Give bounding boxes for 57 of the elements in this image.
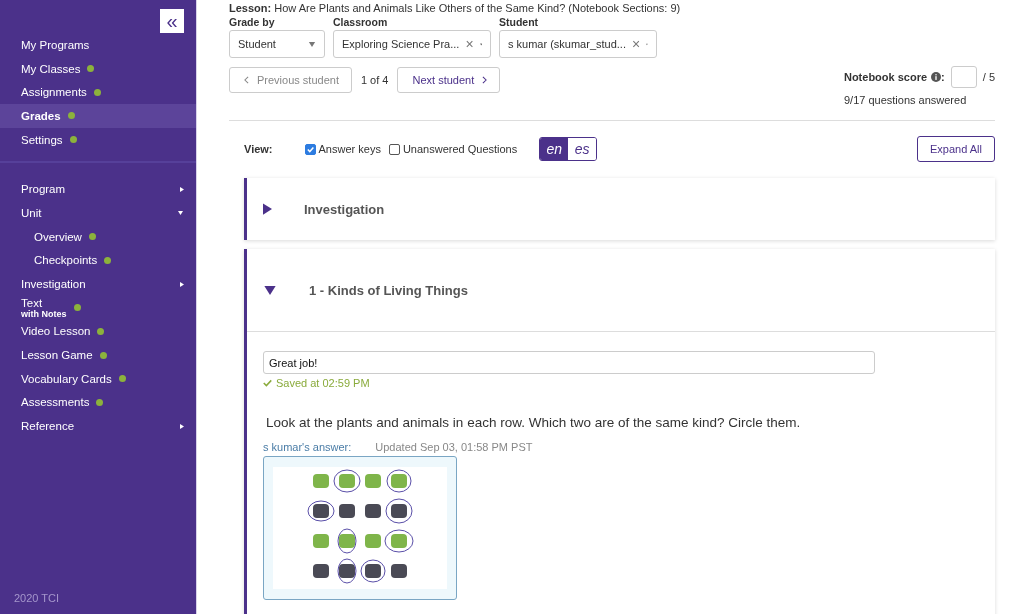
sidebar-item[interactable]: Assessments: [0, 390, 196, 415]
sidebar-item[interactable]: Investigation: [0, 272, 196, 296]
caret-down-icon: [263, 285, 277, 295]
sidebar-item[interactable]: My Programs: [0, 33, 196, 57]
sidebar-item[interactable]: Grades: [0, 104, 196, 128]
sidebar-item[interactable]: Vocabulary Cards: [0, 366, 196, 391]
score-input-field[interactable]: [950, 66, 977, 88]
checkmark-icon: [263, 379, 272, 387]
sidebar-item[interactable]: Video Lesson: [0, 319, 196, 344]
copyright-text: 2020 TCI: [13, 592, 61, 606]
clear-icon[interactable]: ×: [632, 36, 641, 52]
sidebar-item[interactable]: Settings: [0, 127, 196, 152]
view-label: View:: [244, 143, 273, 155]
caret-down-icon: [308, 41, 316, 47]
chevron-left-icon: [244, 76, 249, 84]
field-label: Student: [499, 16, 540, 28]
checkbox[interactable]: [388, 143, 400, 155]
checkmark-icon: [305, 144, 315, 154]
answered-count: 9/17 questions answered: [843, 94, 967, 106]
clear-icon[interactable]: ×: [465, 36, 474, 52]
expand-all-button[interactable]: Expand All: [917, 136, 995, 162]
sidebar-item[interactable]: My Classes: [0, 56, 196, 81]
answer-label: s kumar's answer:: [263, 441, 352, 453]
collapse-sidebar-button[interactable]: «: [160, 9, 184, 33]
field-label: Classroom: [333, 16, 389, 28]
sidebar-item[interactable]: Overview: [0, 224, 196, 249]
sidebar-item[interactable]: Lesson Game: [0, 343, 196, 367]
dropdown[interactable]: Student: [229, 30, 325, 58]
lesson-title: Lesson: How Are Plants and Animals Like Others of the Same Kind? (Notebook Sections: 9): [229, 1, 682, 15]
colon-text: :: [941, 71, 945, 83]
checkbox[interactable]: [304, 143, 316, 155]
caret-right-icon: [263, 202, 272, 216]
saved-status: Saved at 02:59 PM: [276, 377, 370, 389]
page-count: 1 of 4: [360, 74, 389, 86]
sidebar-item[interactable]: Reference: [0, 414, 196, 438]
sidebar-item[interactable]: Text with Notes: [0, 295, 196, 320]
score-label: Notebook score: [843, 71, 928, 83]
sidebar-item[interactable]: Assignments: [0, 80, 196, 105]
sidebar-item[interactable]: Unit: [0, 201, 196, 225]
dropdown[interactable]: s kumar (skumar_stud... ×: [499, 30, 657, 58]
updated-time: Updated Sep 03, 01:58 PM PST: [375, 441, 533, 453]
score-max: / 5: [982, 71, 995, 83]
section-header[interactable]: Investigation: [247, 178, 995, 240]
next-student-button[interactable]: Next student: [397, 67, 501, 93]
sidebar-item[interactable]: Checkpoints: [0, 248, 196, 273]
field-label: Grade by: [229, 16, 276, 28]
comment-field[interactable]: Great job!: [263, 351, 875, 374]
language-toggle[interactable]: en es: [539, 137, 598, 161]
checkbox-option[interactable]: Unanswered Questions: [388, 143, 518, 155]
language-option[interactable]: en: [540, 138, 569, 160]
chevron-right-icon: [482, 76, 488, 84]
question-text: Look at the plants and animals in each row. Which two are of the same kind? Circle them.: [266, 415, 802, 430]
info-icon: [931, 72, 942, 82]
checkbox-option[interactable]: Answer keys: [304, 143, 381, 155]
section-header[interactable]: 1 - Kinds of Living Things: [247, 249, 995, 332]
sidebar-item[interactable]: Program: [0, 177, 196, 202]
dropdown[interactable]: Exploring Science Pra... ×: [333, 30, 491, 58]
